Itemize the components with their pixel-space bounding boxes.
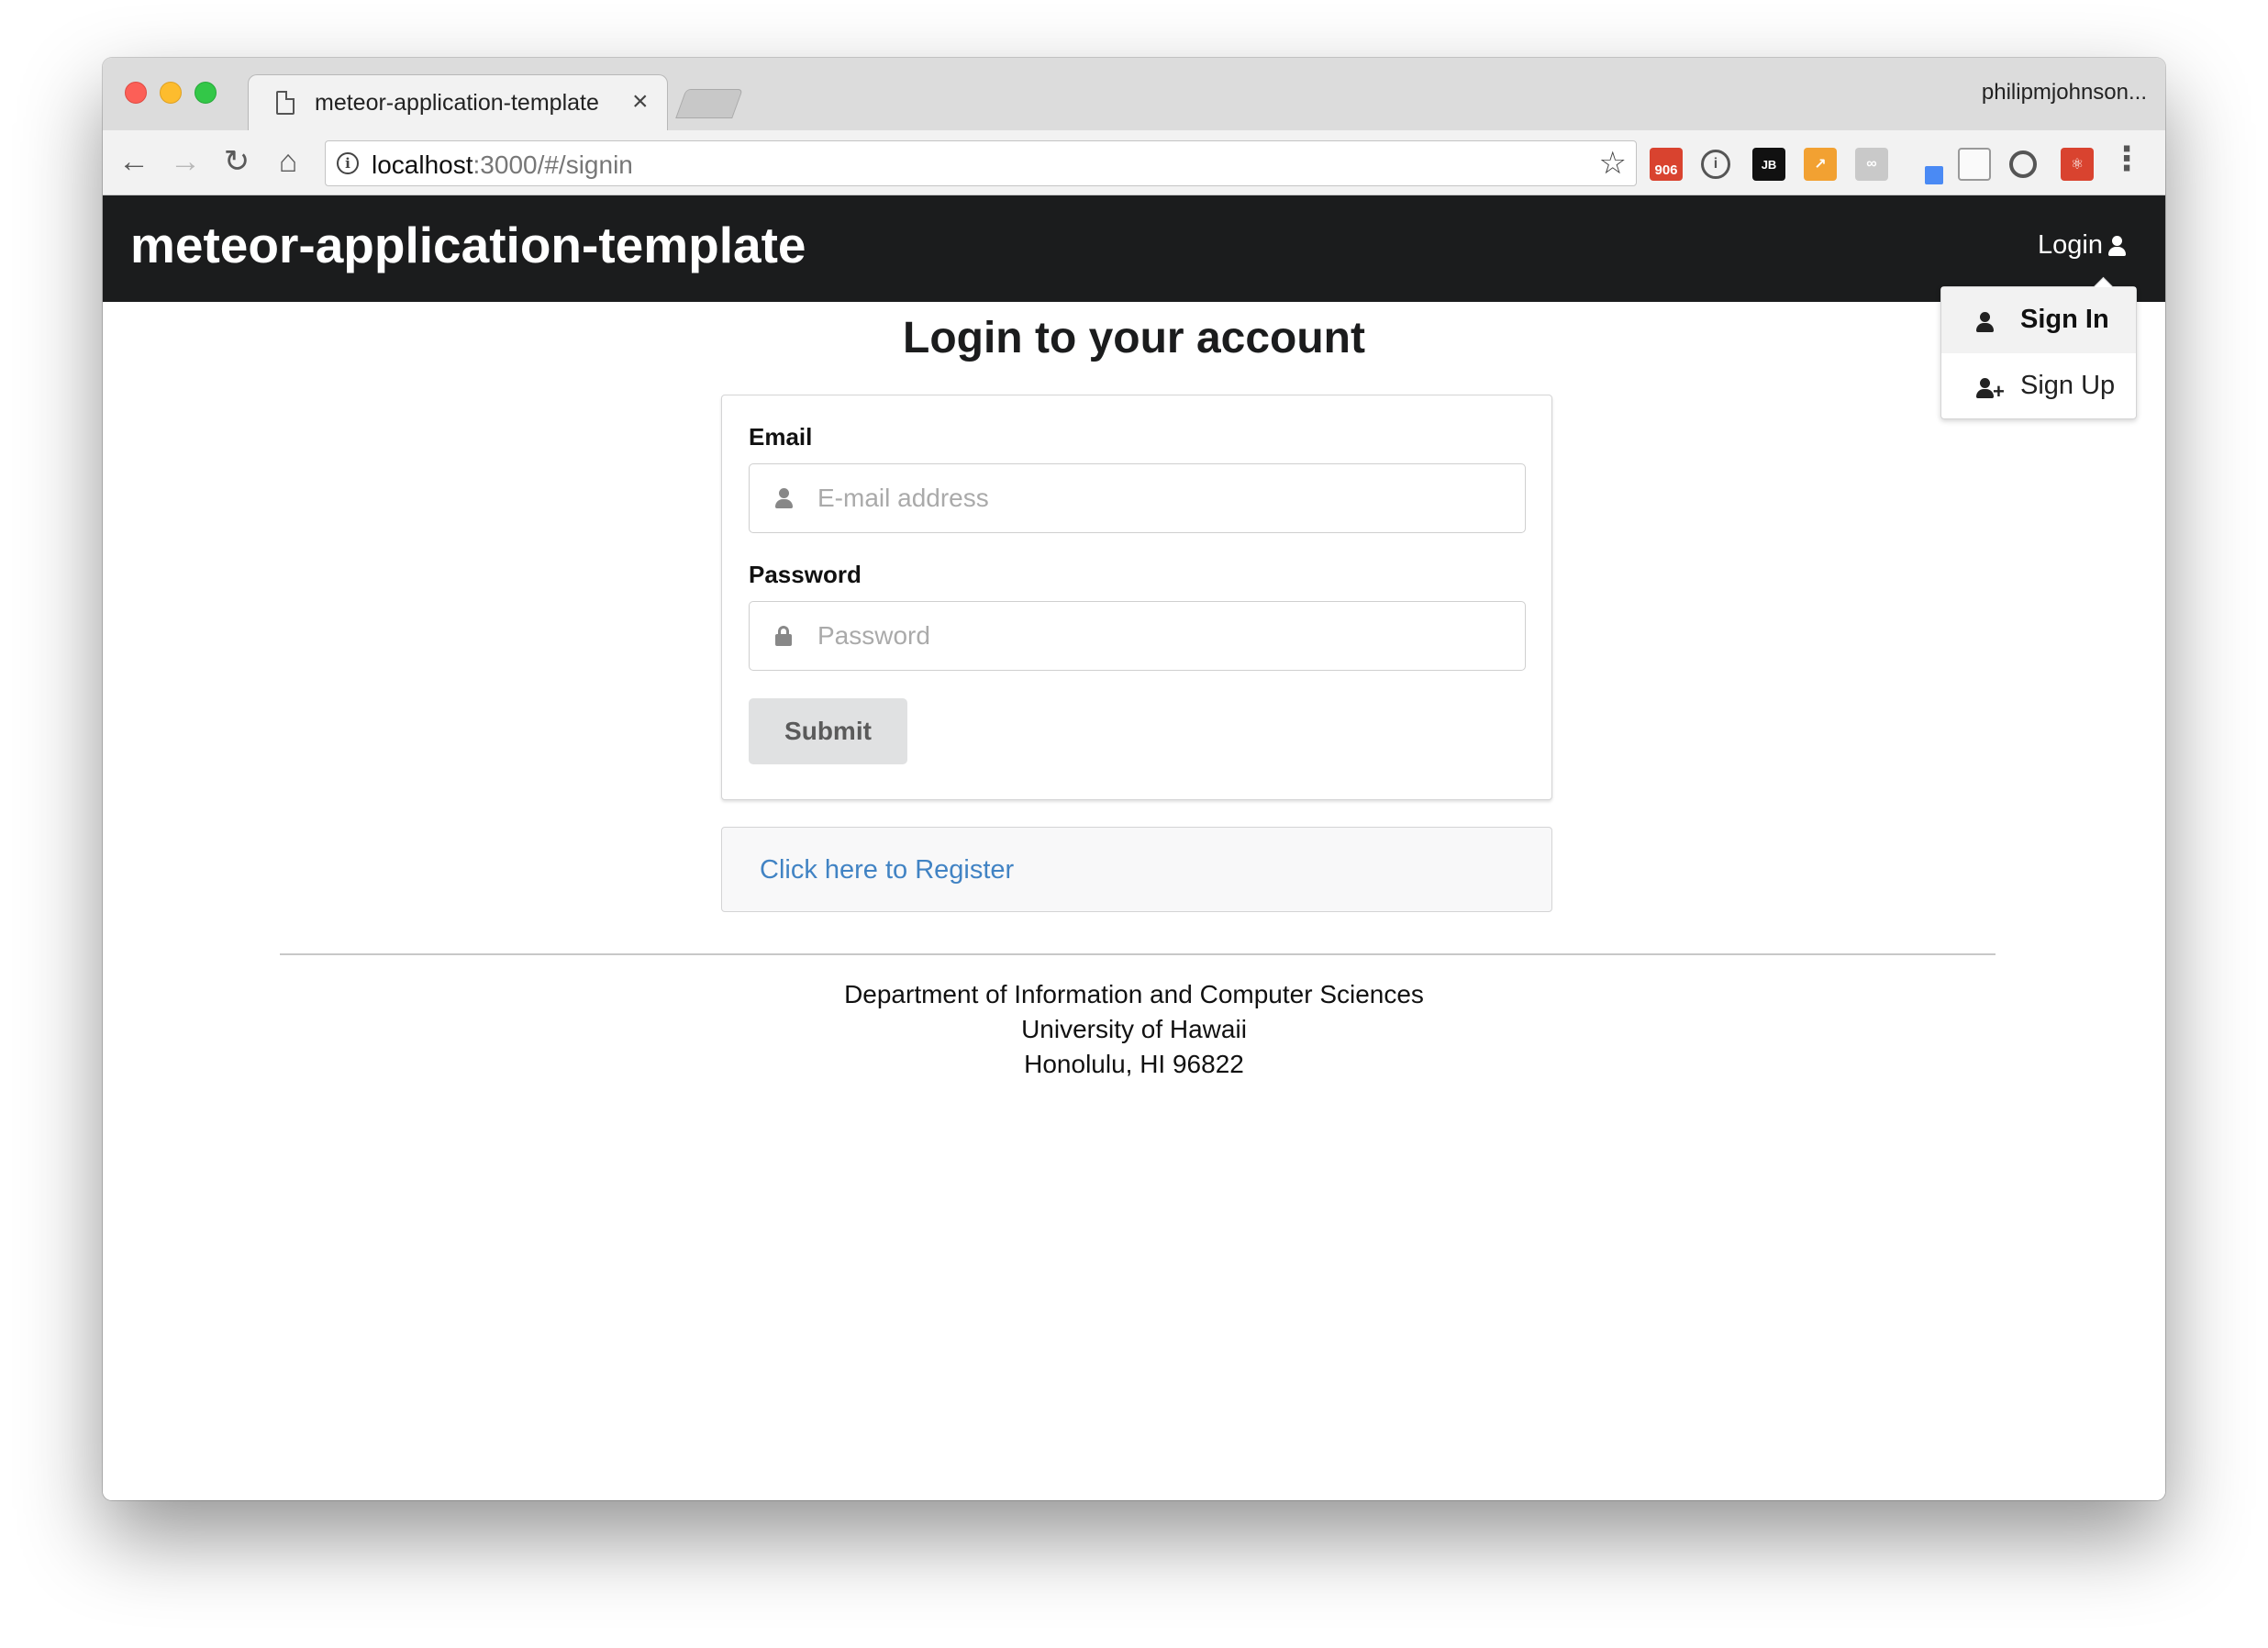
sign-up-label: Sign Up [2020,371,2116,400]
minimize-window-button[interactable] [160,82,182,104]
email-field-wrapper[interactable] [749,463,1526,533]
analytics-extension-icon[interactable]: ↗ [1804,148,1837,181]
signin-form: Email Password Submit [721,395,1552,800]
close-window-button[interactable] [125,82,147,104]
footer: Department of Information and Computer S… [103,977,2165,1082]
link-extension-icon[interactable]: ∞ [1855,148,1888,181]
url-path: :3000/#/signin [472,150,633,179]
email-label: Email [749,423,813,451]
page-title: Login to your account [903,314,1365,362]
login-label: Login [2038,230,2103,260]
browser-titlebar: meteor-application-template × philipmjoh… [103,58,2165,131]
color-dropper-extension-icon[interactable] [1907,148,1943,184]
jetbrains-extension-icon[interactable]: JB [1752,148,1785,181]
browser-menu-icon[interactable]: ⋮ [2110,139,2143,178]
document-icon [276,91,295,115]
url-host: localhost [372,150,473,179]
tab-close-icon[interactable]: × [632,86,649,117]
page-content: meteor-application-template Login Sign I… [103,195,2165,1500]
new-tab-button[interactable] [675,89,743,118]
react-devtools-extension-icon[interactable]: ⚛ [2061,148,2094,181]
page-extension-icon[interactable] [1958,148,1991,181]
password-field[interactable] [817,615,1496,657]
login-dropdown-toggle[interactable]: Login [2038,230,2126,261]
password-label: Password [749,561,862,588]
email-field[interactable] [817,477,1496,519]
profile-name[interactable]: philipmjohnson... [1982,80,2147,106]
footer-address: Honolulu, HI 96822 [1024,1050,1244,1078]
back-arrow-icon[interactable]: ← [114,141,154,182]
password-field-wrapper[interactable] [749,601,1526,671]
app-brand[interactable]: meteor-application-template [130,216,806,274]
home-icon[interactable]: ⌂ [268,141,308,182]
url-text[interactable]: localhost:3000/#/signin [372,150,633,180]
user-icon [775,488,793,513]
submit-button[interactable]: Submit [749,698,907,764]
lock-icon [775,626,792,651]
906-badge-extension-icon[interactable]: 906 [1650,148,1683,181]
address-bar[interactable]: i localhost:3000/#/signin ☆ [325,140,1637,186]
forward-arrow-icon[interactable]: → [165,141,206,182]
add-user-icon: + [1976,375,2005,406]
browser-toolbar: ← → ↻ ⌂ i localhost:3000/#/signin ☆ 906 … [103,130,2165,195]
user-icon [2108,235,2126,256]
footer-divider [280,953,1996,955]
browser-tab-active[interactable]: meteor-application-template × [248,74,668,131]
register-link[interactable]: Click here to Register [760,855,1014,885]
footer-university: University of Hawaii [1021,1015,1247,1043]
app-navbar: meteor-application-template Login [103,195,2165,302]
maximize-window-button[interactable] [195,82,217,104]
reload-icon[interactable]: ↻ [217,141,257,182]
tab-title: meteor-application-template [315,90,599,116]
site-info-icon[interactable]: i [337,152,359,174]
sync-extension-icon[interactable] [2009,150,2037,178]
footer-department: Department of Information and Computer S… [844,980,1424,1008]
1password-extension-icon[interactable]: i [1701,150,1730,179]
browser-window: meteor-application-template × philipmjoh… [103,58,2165,1500]
bookmark-star-icon[interactable]: ☆ [1599,145,1627,182]
register-message: Click here to Register [721,827,1552,912]
